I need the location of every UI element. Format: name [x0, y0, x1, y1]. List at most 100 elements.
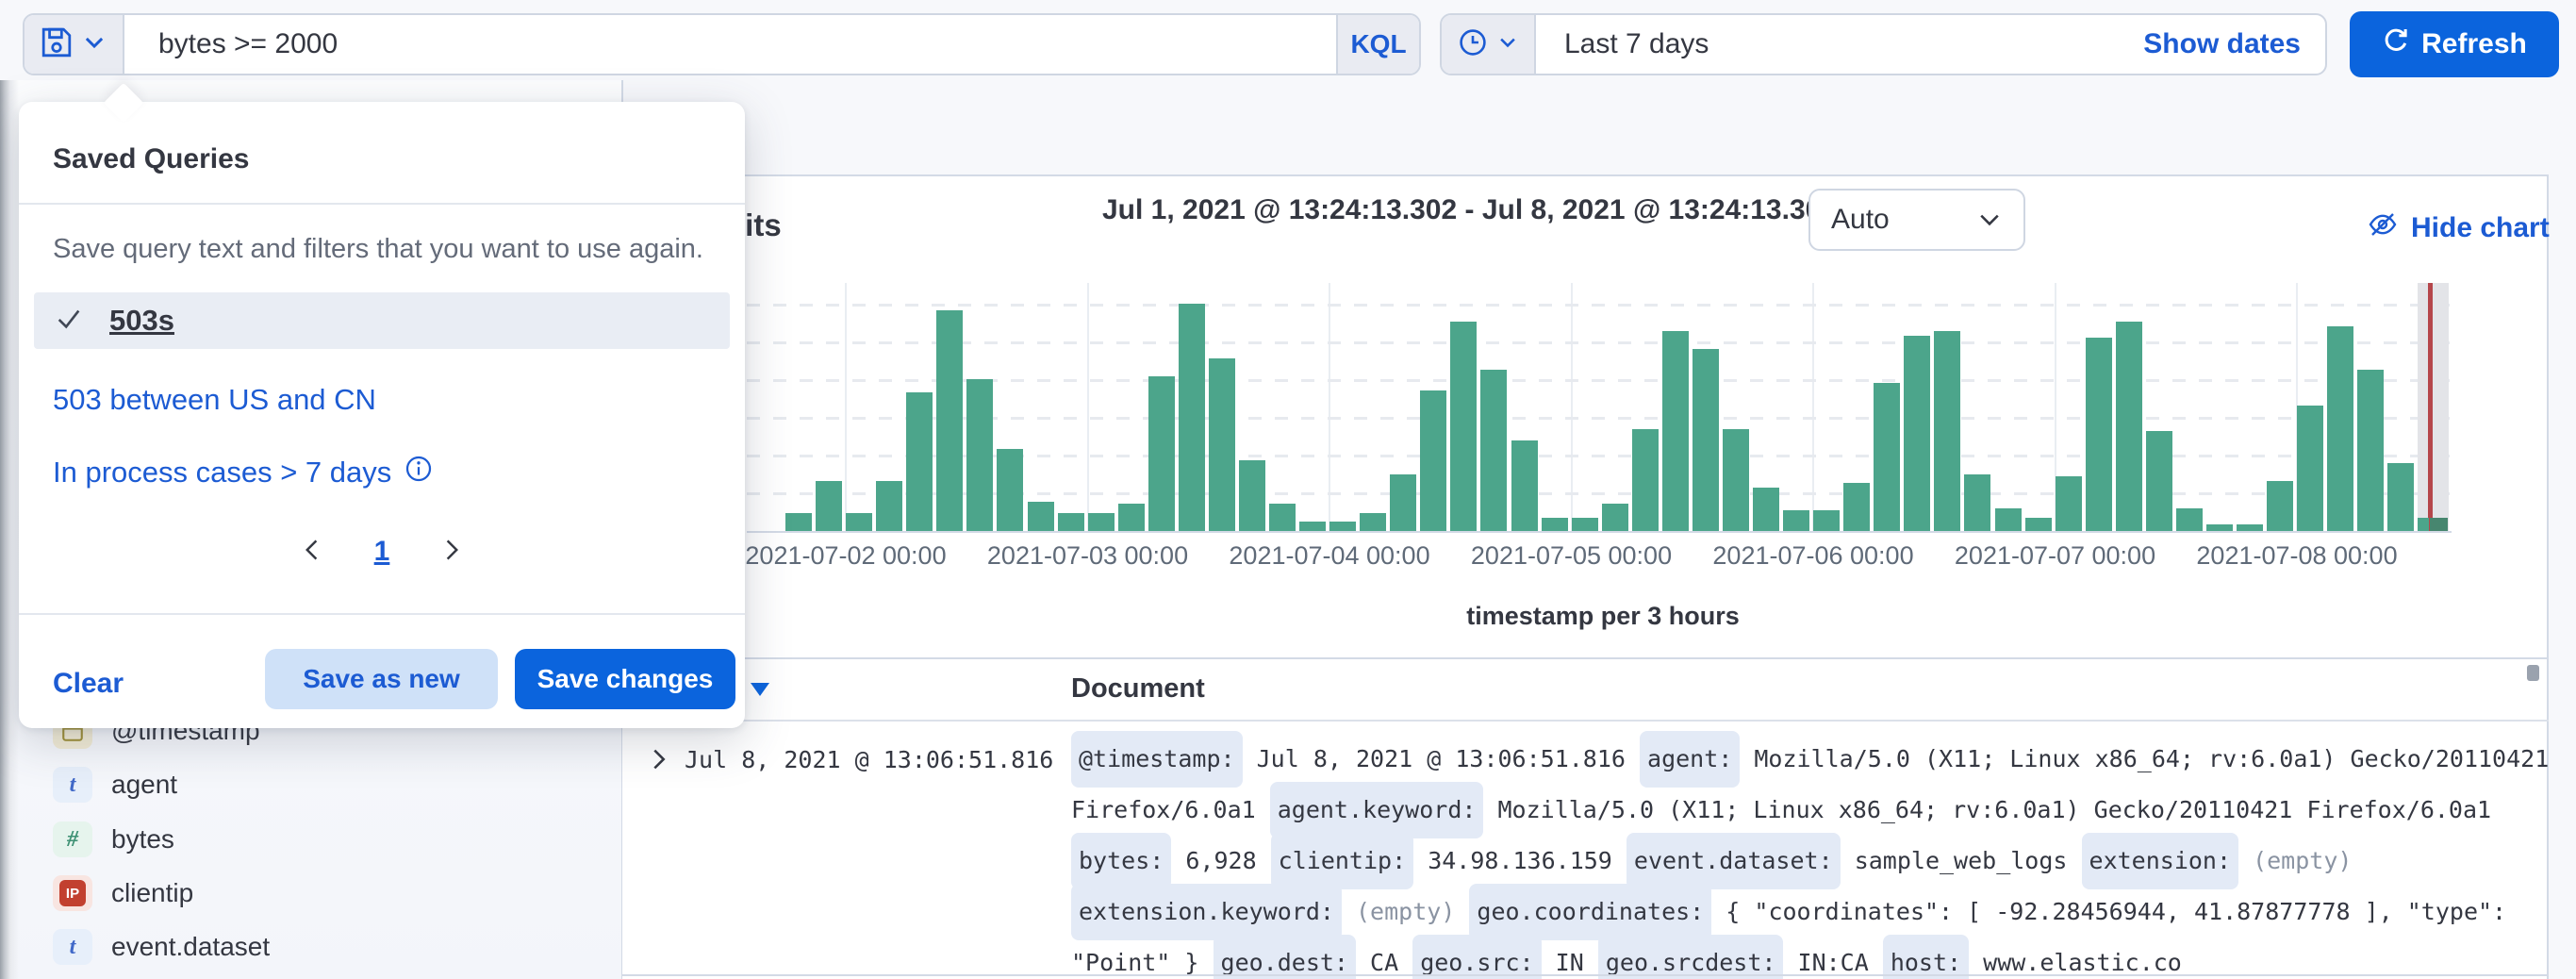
- text-field-icon: t: [53, 929, 92, 965]
- histogram-bar: [1662, 331, 1689, 531]
- saved-query-label: In process cases > 7 days: [53, 456, 391, 490]
- field-name: agent: [111, 770, 177, 800]
- histogram-bar-partial: [2418, 518, 2429, 531]
- chart-horizontal-gridline: [747, 304, 2452, 307]
- hide-chart-label: Hide chart: [2411, 212, 2550, 244]
- histogram-bar: [1723, 429, 1749, 531]
- field-value: sample_web_logs: [1841, 836, 2082, 887]
- chart-horizontal-gridline: [747, 417, 2452, 420]
- empty-value: (empty): [2238, 836, 2352, 887]
- refresh-button[interactable]: Refresh: [2350, 11, 2559, 77]
- histogram-bar: [1360, 513, 1386, 531]
- histogram-bar: [1783, 510, 1809, 531]
- chart-time-range-title: Jul 1, 2021 @ 13:24:13.302 - Jul 8, 2021…: [1102, 194, 1837, 226]
- document-source-cell: @timestamp: Jul 8, 2021 @ 13:06:51.816 a…: [1071, 734, 2495, 979]
- time-range-label[interactable]: Last 7 days: [1536, 15, 1709, 74]
- field-name-pill: event.dataset:: [1627, 833, 1841, 889]
- saved-query-menu-button[interactable]: [25, 15, 124, 74]
- table-top-border: [622, 657, 2549, 659]
- table-scrollbar-thumb[interactable]: [2527, 665, 2539, 681]
- histogram-bar: [876, 481, 902, 531]
- expand-row-icon[interactable]: [645, 745, 673, 778]
- histogram-bar: [846, 513, 872, 531]
- table-row-border: [622, 974, 2549, 976]
- field-name-pill: geo.dest:: [1214, 935, 1356, 979]
- x-axis-line: [747, 531, 2452, 533]
- field-name-pill: @timestamp:: [1071, 731, 1243, 788]
- time-picker: Last 7 days Show dates: [1440, 13, 2327, 75]
- field-name-pill: host:: [1883, 935, 1969, 979]
- field-name-pill: clientip:: [1271, 833, 1413, 889]
- saved-query-item-503-us-cn[interactable]: 503 between US and CN: [53, 383, 376, 417]
- kql-language-button[interactable]: KQL: [1336, 15, 1419, 74]
- histogram-bar: [1995, 508, 2022, 531]
- histogram-bar: [1693, 349, 1719, 531]
- sidebar-field-bytes[interactable]: #bytes: [53, 819, 174, 860]
- histogram-bar: [1269, 504, 1296, 531]
- hide-chart-button[interactable]: Hide chart: [2368, 209, 2550, 247]
- show-dates-button[interactable]: Show dates: [2143, 15, 2325, 74]
- refresh-label: Refresh: [2421, 28, 2527, 60]
- document-column-header: Document: [1071, 673, 1205, 705]
- histogram-bar: [1088, 513, 1115, 531]
- current-time-marker: [2428, 283, 2433, 531]
- histogram-bar: [1420, 390, 1446, 531]
- histogram-bar: [816, 481, 842, 531]
- field-name-pill: agent.keyword:: [1270, 782, 1484, 838]
- histogram-bar: [2176, 508, 2203, 531]
- x-axis-title: timestamp per 3 hours: [1452, 602, 1754, 631]
- histogram-bar: [1572, 518, 1598, 531]
- field-value: { "coordinates": [ -92.28456944, 41.8787…: [1711, 887, 2506, 938]
- query-input[interactable]: bytes >= 2000: [124, 15, 1336, 74]
- field-value: www.elastic.co: [1969, 938, 2182, 979]
- histogram-bar: [1058, 513, 1084, 531]
- saved-query-label: 503 between US and CN: [53, 383, 376, 417]
- interval-select[interactable]: Auto: [1808, 189, 2025, 251]
- histogram-bar: [2206, 524, 2233, 531]
- time-picker-menu-button[interactable]: [1442, 15, 1536, 74]
- saved-query-item-in-process[interactable]: In process cases > 7 days: [53, 455, 433, 490]
- field-name: clientip: [111, 878, 193, 908]
- clear-button[interactable]: Clear: [53, 668, 124, 700]
- field-name-pill: bytes:: [1071, 833, 1171, 889]
- field-name-pill: geo.coordinates:: [1469, 884, 1711, 940]
- page-number[interactable]: 1: [374, 536, 390, 568]
- divider: [19, 613, 745, 615]
- histogram-bar: [1179, 304, 1205, 531]
- histogram-bar: [1299, 522, 1326, 531]
- sidebar-field-event.dataset[interactable]: tevent.dataset: [53, 926, 270, 968]
- histogram-bar: [997, 449, 1023, 531]
- field-name-pill: extension:: [2082, 833, 2239, 889]
- histogram-bar: [2116, 322, 2142, 531]
- sidebar-field-agent[interactable]: tagent: [53, 764, 177, 805]
- histogram-bar: [966, 379, 993, 531]
- histogram-bar: [1118, 504, 1145, 531]
- field-value: 6,928: [1171, 836, 1270, 887]
- field-value: IN:CA: [1783, 938, 1882, 979]
- histogram-bar: [2387, 463, 2414, 531]
- table-header-border: [622, 720, 2549, 722]
- next-page-icon[interactable]: [438, 537, 465, 568]
- histogram-bar: [936, 310, 963, 531]
- histogram-bar: [2086, 338, 2112, 531]
- save-as-new-button[interactable]: Save as new: [265, 649, 498, 709]
- popover-description: Save query text and filters that you wan…: [53, 234, 703, 265]
- histogram-bar: [1753, 488, 1779, 531]
- histogram-bar: [1329, 522, 1356, 531]
- previous-page-icon[interactable]: [299, 537, 325, 568]
- pagination: 1: [19, 536, 745, 568]
- ip-field-icon: IP: [53, 875, 92, 911]
- check-icon: [55, 305, 83, 338]
- row-timestamp-cell: Jul 8, 2021 @ 13:06:51.816: [685, 746, 1053, 773]
- save-changes-button[interactable]: Save changes: [515, 649, 735, 709]
- sort-descending-icon[interactable]: [751, 683, 769, 696]
- histogram-bar: [2056, 476, 2082, 531]
- histogram-bar: [906, 392, 933, 531]
- chart-horizontal-gridline: [747, 379, 2452, 382]
- field-value: 34.98.136.159: [1413, 836, 1627, 887]
- histogram-bar: [1964, 474, 1990, 531]
- field-name-pill: geo.src:: [1412, 935, 1541, 979]
- saved-query-item-503s[interactable]: 503s: [34, 292, 730, 349]
- interval-selected-value: Auto: [1831, 204, 1890, 236]
- sidebar-field-clientip[interactable]: IP clientip: [53, 872, 193, 914]
